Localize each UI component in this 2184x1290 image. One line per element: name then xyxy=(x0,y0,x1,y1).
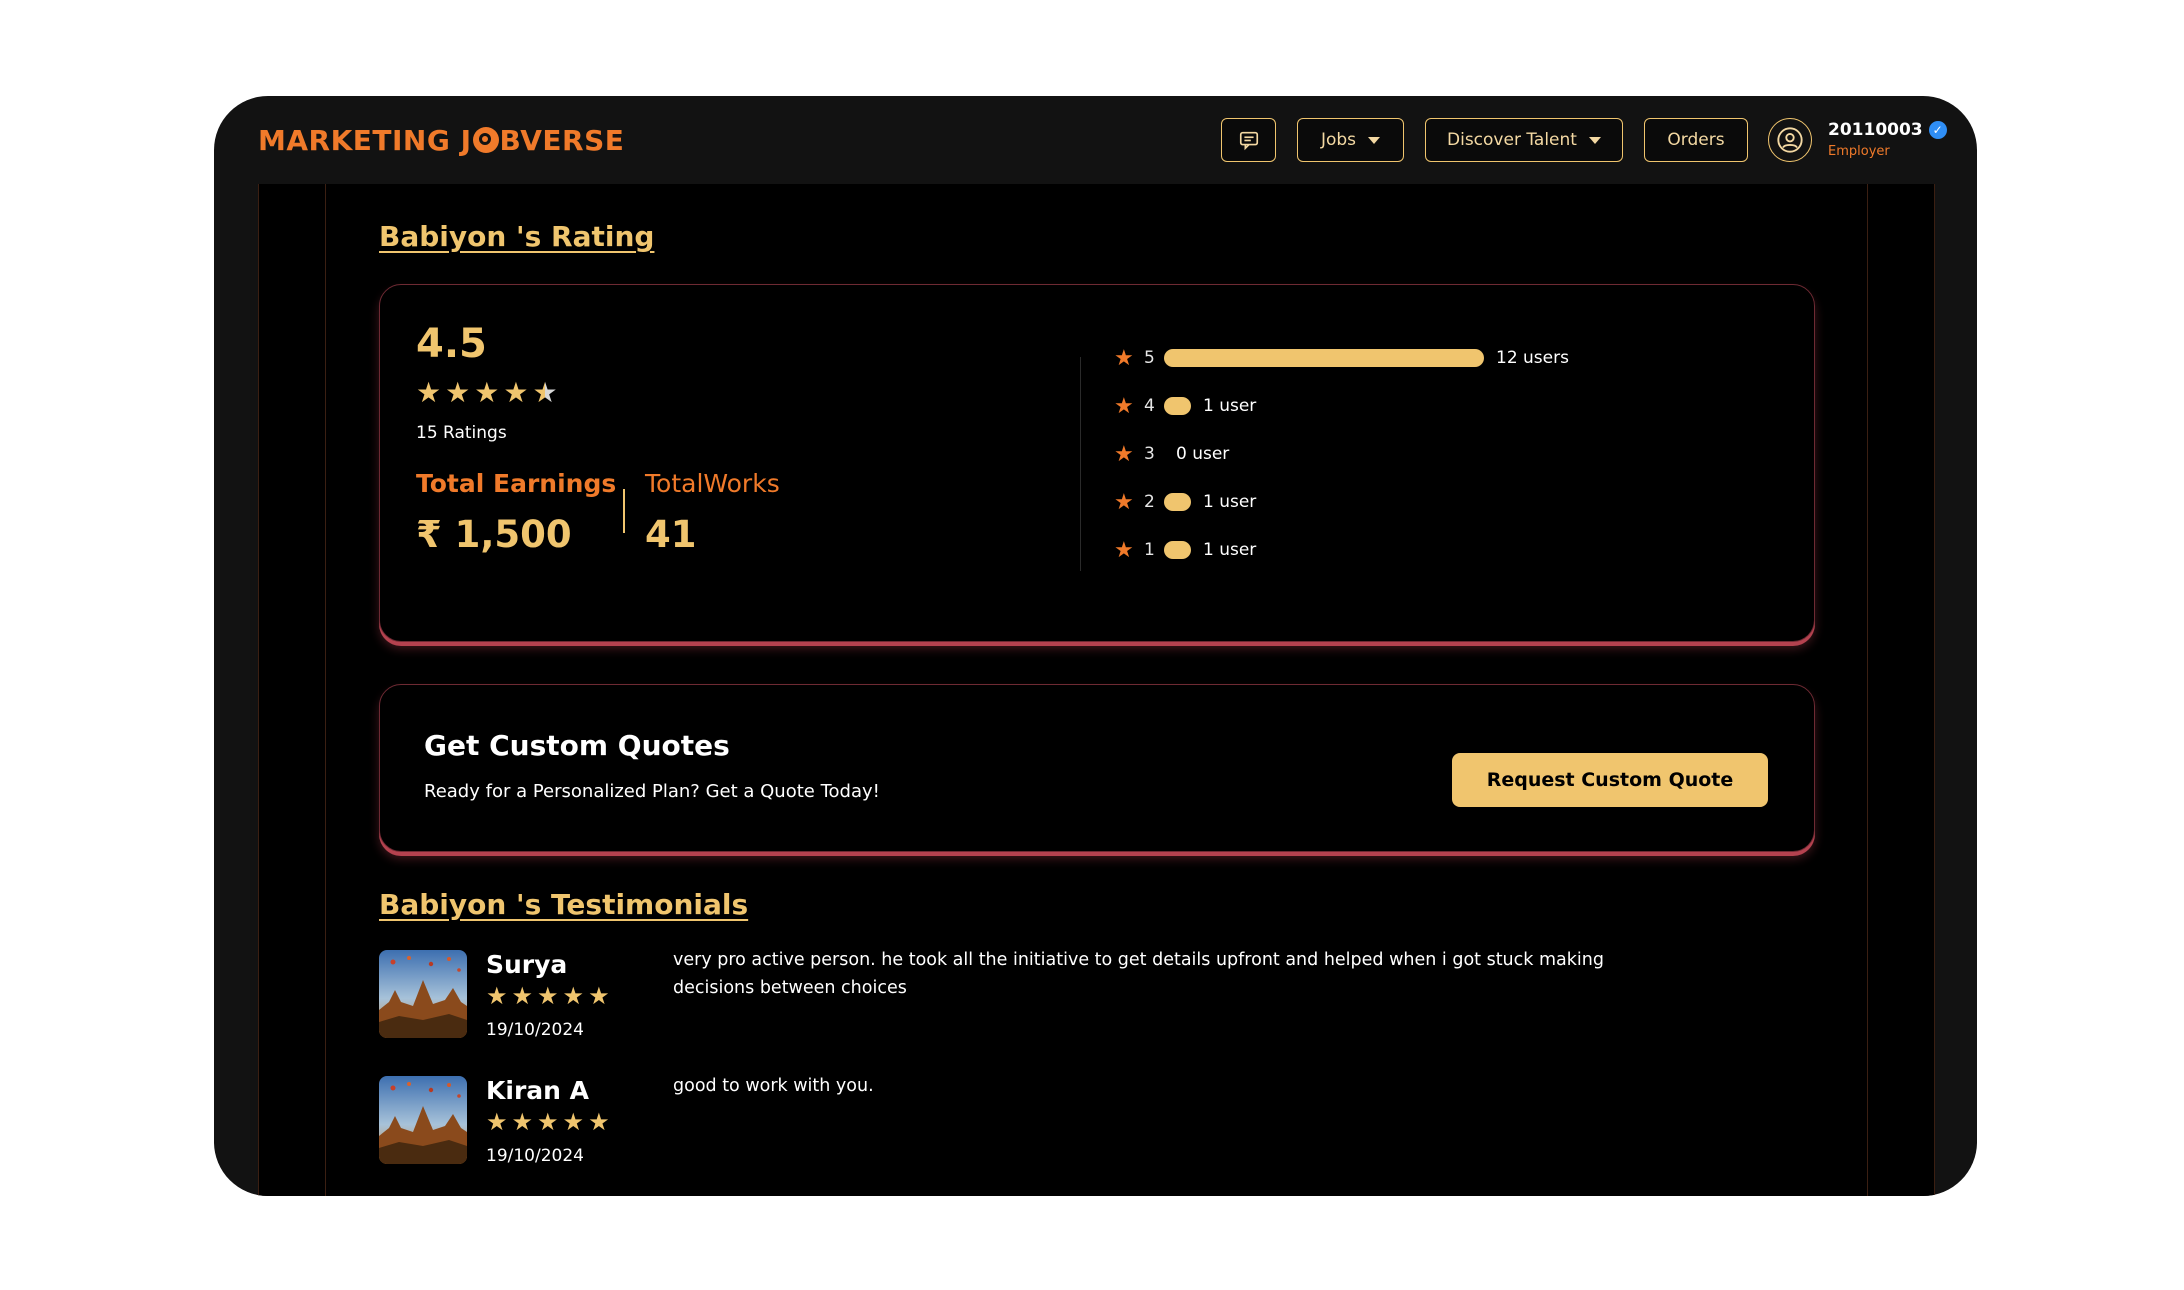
rating-bar-track xyxy=(1164,493,1203,511)
rating-user-count: 1 user xyxy=(1203,540,1257,560)
reviewer-stars: ★ ★ ★ ★ ★ xyxy=(486,984,610,1008)
user-id-text: 20110003 xyxy=(1828,120,1923,140)
rating-user-count: 1 user xyxy=(1203,492,1257,512)
custom-quote-card: Get Custom Quotes Ready for a Personaliz… xyxy=(379,684,1815,852)
request-custom-quote-button[interactable]: Request Custom Quote xyxy=(1452,753,1768,807)
star-icon: ★ xyxy=(532,376,558,409)
rating-bar-fill xyxy=(1164,349,1484,367)
chat-icon xyxy=(1239,131,1258,151)
rating-level: 3 xyxy=(1144,444,1155,464)
rating-bar-row: ★ 5 12 users xyxy=(1114,345,1569,371)
star-icon: ★ xyxy=(537,1108,559,1136)
jobs-dropdown[interactable]: Jobs xyxy=(1297,118,1404,162)
star-icon: ★ xyxy=(416,376,442,409)
review-text: very pro active person. he took all the … xyxy=(673,950,1604,998)
star-icon: ★ xyxy=(445,376,471,409)
orders-label: Orders xyxy=(1667,130,1725,150)
quote-title: Get Custom Quotes xyxy=(424,729,730,762)
rating-bar-fill xyxy=(1164,541,1191,559)
user-circle-icon xyxy=(1777,127,1803,153)
rating-user-count: 1 user xyxy=(1203,396,1257,416)
testimonial-item: Kiran A ★ ★ ★ ★ ★ 19/10/2024 good to work wi… xyxy=(379,1076,1679,1176)
rating-bar-track xyxy=(1164,445,1176,463)
star-icon: ★ xyxy=(503,376,529,409)
star-icon: ★ xyxy=(588,1108,610,1136)
star-icon: ★ xyxy=(486,1108,508,1136)
rating-level: 5 xyxy=(1144,348,1155,368)
rating-bar-fill xyxy=(1164,493,1191,511)
discover-talent-dropdown[interactable]: Discover Talent xyxy=(1425,118,1623,162)
star-icon: ★ xyxy=(562,982,585,1010)
ratings-count: 15 Ratings xyxy=(416,423,507,443)
total-earnings-value: ₹ 1,500 xyxy=(416,513,572,556)
total-earnings-label: Total Earnings xyxy=(416,469,617,498)
rating-card: 4.5 ★ ★ ★ ★ ★ 15 Ratings Total Earnings ₹ 1,… xyxy=(379,284,1815,642)
rating-bar-fill xyxy=(1164,397,1191,415)
average-rating: 4.5 xyxy=(416,321,487,367)
divider xyxy=(325,184,326,1196)
card-divider xyxy=(1080,357,1081,571)
app-window: MARKETING J BVERSE Jobs Discover Talent O… xyxy=(214,96,1977,1196)
rating-bar-row: ★ 3 0 user xyxy=(1114,441,1229,467)
total-works-label: TotalWorks xyxy=(645,469,780,498)
star-icon: ★ xyxy=(1114,345,1134,371)
total-works-value: 41 xyxy=(645,513,697,556)
review-date: 19/10/2024 xyxy=(486,1146,584,1166)
rating-bar-track xyxy=(1164,541,1203,559)
logo-text-start: MARKETING J xyxy=(258,124,472,157)
globe-icon xyxy=(472,127,499,153)
rating-bar-track xyxy=(1164,397,1203,415)
reviewer-avatar xyxy=(379,950,467,1038)
testimonial-item: Surya ★ ★ ★ ★ ★ 19/10/2024 very pro active p… xyxy=(379,950,1679,1050)
user-role: Employer xyxy=(1828,144,1890,159)
discover-talent-label: Discover Talent xyxy=(1447,130,1577,150)
stats-divider xyxy=(623,489,625,533)
orders-button[interactable]: Orders xyxy=(1644,118,1748,162)
rating-user-count: 0 user xyxy=(1176,444,1230,464)
review-text: good to work with you. xyxy=(673,1076,874,1096)
user-id[interactable]: 20110003 ✓ xyxy=(1828,120,1947,140)
star-icon: ★ xyxy=(474,376,500,409)
star-icon: ★ xyxy=(1114,489,1134,515)
star-icon: ★ xyxy=(537,982,559,1010)
star-icon: ★ xyxy=(486,982,508,1010)
messages-button[interactable] xyxy=(1221,118,1276,162)
user-avatar[interactable] xyxy=(1768,118,1812,162)
star-icon: ★ xyxy=(588,982,610,1010)
divider xyxy=(1867,184,1868,1196)
star-icon: ★ xyxy=(511,982,534,1010)
rating-bar-row: ★ 4 1 user xyxy=(1114,393,1256,419)
star-icon: ★ xyxy=(1114,537,1134,563)
star-icon: ★ xyxy=(562,1108,585,1136)
main-content: Babiyon 's Rating 4.5 ★ ★ ★ ★ ★ 15 Ratings T… xyxy=(258,184,1935,1196)
rating-level: 1 xyxy=(1144,540,1155,560)
reviewer-avatar xyxy=(379,1076,467,1164)
star-icon: ★ xyxy=(1114,441,1134,467)
caret-down-icon xyxy=(1588,136,1601,144)
caret-down-icon xyxy=(1368,136,1381,144)
reviewer-stars: ★ ★ ★ ★ ★ xyxy=(486,1110,610,1134)
rating-level: 4 xyxy=(1144,396,1155,416)
reviewer-name: Kiran A xyxy=(486,1076,589,1105)
average-stars: ★ ★ ★ ★ ★ xyxy=(416,379,558,407)
top-nav: MARKETING J BVERSE Jobs Discover Talent O… xyxy=(214,96,1977,184)
rating-section-title: Babiyon 's Rating xyxy=(379,220,655,253)
star-icon: ★ xyxy=(1114,393,1134,419)
rating-bar-row: ★ 1 1 user xyxy=(1114,537,1256,563)
logo-text-end: BVERSE xyxy=(499,124,625,157)
rating-bar-row: ★ 2 1 user xyxy=(1114,489,1256,515)
rating-bar-track xyxy=(1164,349,1496,367)
star-icon: ★ xyxy=(511,1108,534,1136)
brand-logo[interactable]: MARKETING J BVERSE xyxy=(258,124,624,157)
rating-user-count: 12 users xyxy=(1496,348,1569,368)
quote-subtitle: Ready for a Personalized Plan? Get a Quo… xyxy=(424,781,880,802)
testimonials-section-title: Babiyon 's Testimonials xyxy=(379,888,749,921)
rating-level: 2 xyxy=(1144,492,1155,512)
reviewer-name: Surya xyxy=(486,950,568,979)
review-date: 19/10/2024 xyxy=(486,1020,584,1040)
jobs-label: Jobs xyxy=(1320,130,1357,150)
verified-badge-icon: ✓ xyxy=(1928,121,1947,139)
